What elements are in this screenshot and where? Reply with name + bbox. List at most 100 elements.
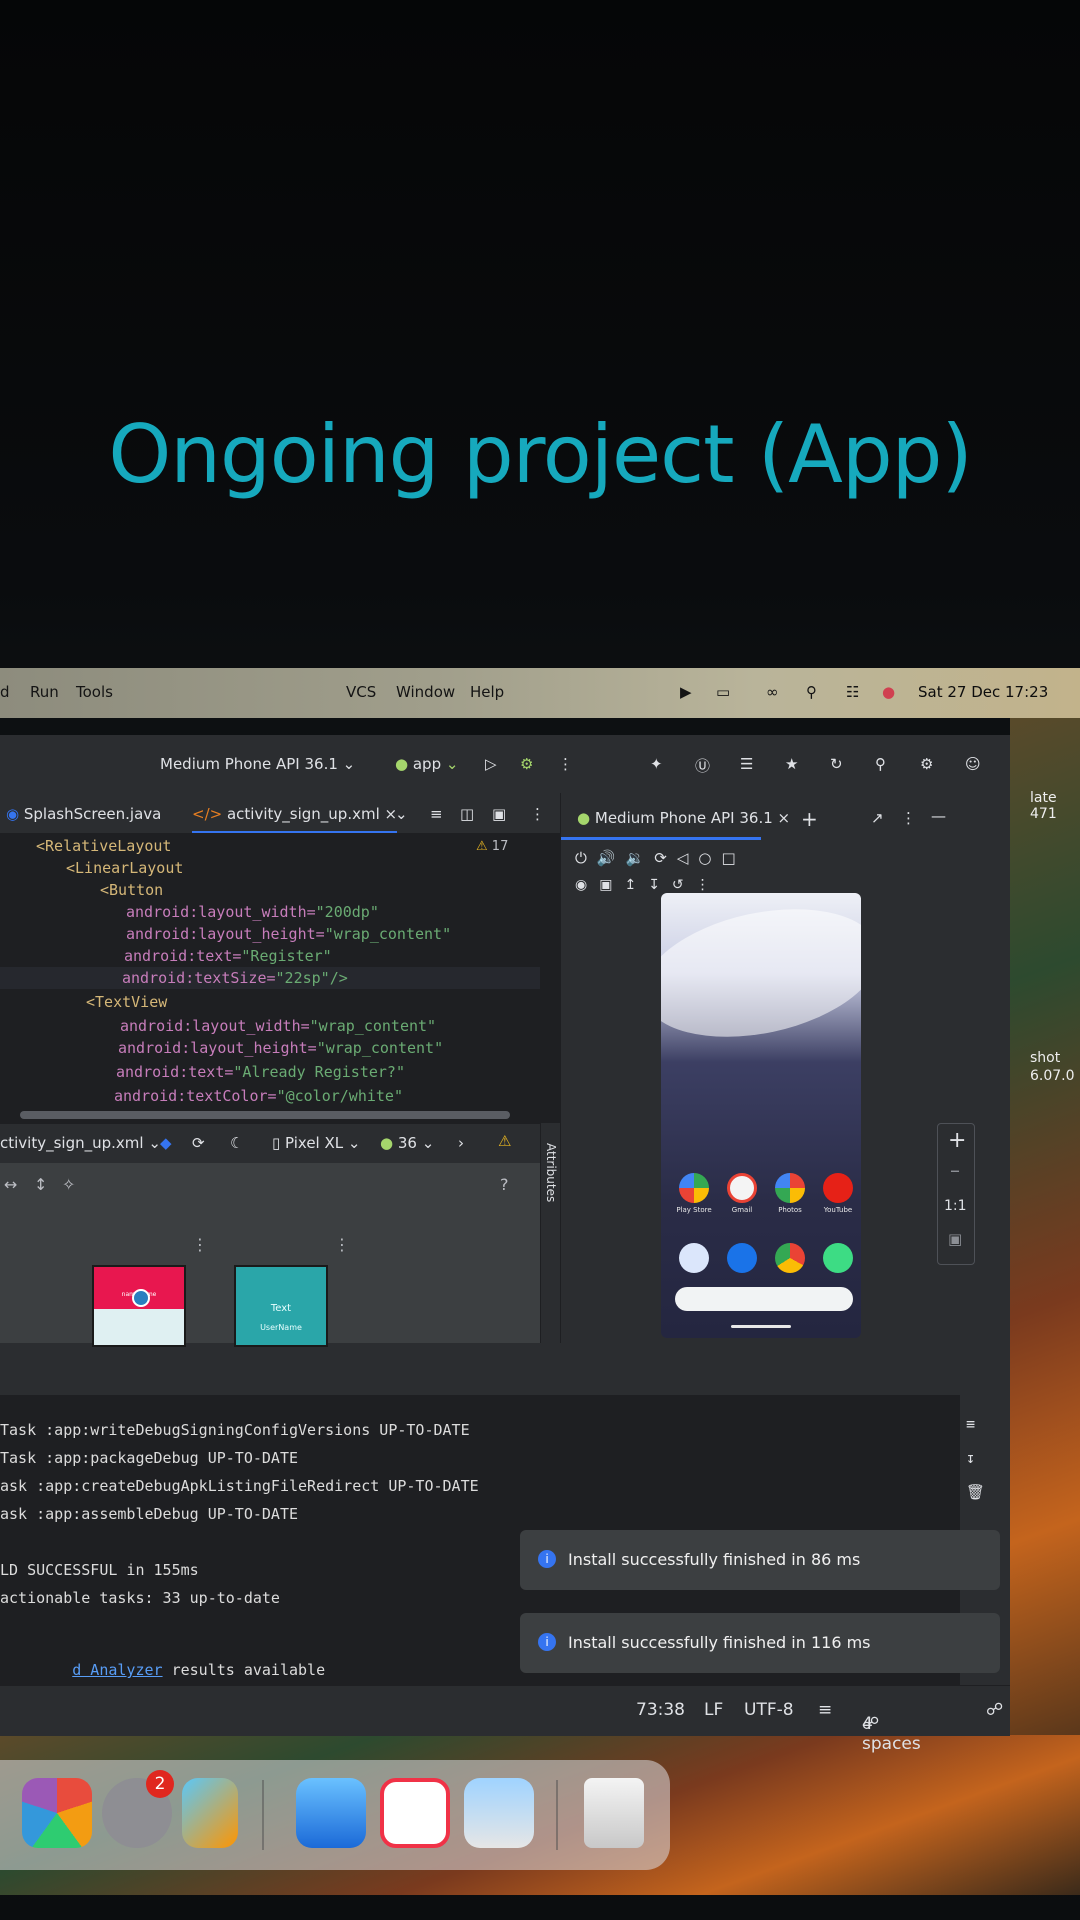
zoom-out-icon[interactable]: – (950, 1158, 960, 1182)
volume-down-icon[interactable]: 🔉 (626, 849, 655, 867)
back-icon[interactable]: ◁ (677, 849, 699, 867)
menu-run[interactable]: Run (30, 683, 59, 701)
upload-icon[interactable]: ↥ (624, 877, 648, 893)
zoom-actual-size[interactable]: 1:1 (944, 1198, 967, 1214)
preview-menu-icon[interactable]: ⋮ (334, 1235, 350, 1254)
vertical-arrows-icon[interactable]: ↕ (34, 1175, 47, 1194)
warning-icon[interactable]: ⚠ (498, 1132, 511, 1150)
detach-icon[interactable]: ↗ (871, 809, 884, 827)
camera-icon[interactable] (823, 1243, 853, 1273)
photos-icon[interactable] (775, 1173, 805, 1203)
trash-icon[interactable] (584, 1778, 644, 1848)
magic-icon[interactable]: ✧ (62, 1175, 75, 1194)
night-mode-icon[interactable]: ☾ (230, 1134, 243, 1152)
profiler-icon[interactable]: ✦ (650, 755, 663, 773)
download-icon[interactable]: ↧ (648, 877, 672, 893)
home-icon[interactable]: ○ (698, 849, 721, 867)
help-icon[interactable]: ? (500, 1175, 509, 1194)
iphone-mirroring-icon[interactable] (182, 1778, 238, 1848)
control-center-icon[interactable]: ☷ (846, 683, 859, 701)
reset-icon[interactable]: ↺ (672, 877, 696, 893)
rotate-icon[interactable]: ⟳ (654, 849, 677, 867)
search-icon[interactable]: ⚲ (806, 683, 817, 701)
layout-preview-card[interactable]: nameName (92, 1265, 186, 1347)
code-editor[interactable]: ⚠ 17 <RelativeLayout <LinearLayout <Butt… (0, 833, 560, 1123)
emulator-screen[interactable]: Play Store Gmail Photos YouTube (661, 893, 861, 1338)
notification-toast[interactable]: i Install successfully finished in 86 ms (520, 1530, 1000, 1590)
emulator-tab[interactable]: ● Medium Phone API 36.1 × (577, 809, 790, 827)
line-separator[interactable]: LF (704, 1700, 723, 1720)
tabs-dropdown-icon[interactable]: ⌄ (395, 805, 408, 823)
sync-icon[interactable]: ↻ (830, 755, 843, 773)
menu-window[interactable]: Window (396, 683, 455, 701)
orientation-icon[interactable]: ⟳ (192, 1134, 205, 1152)
close-emulator-tab-icon[interactable]: × (778, 809, 791, 827)
notification-toast[interactable]: i Install successfully finished in 116 m… (520, 1613, 1000, 1673)
search-everywhere-icon[interactable]: ⚲ (875, 755, 886, 773)
lock-icon[interactable]: ☍ (986, 1700, 1003, 1720)
tab-activity-sign-up-xml[interactable]: </> activity_sign_up.xml × (192, 805, 398, 834)
design-view-icon[interactable]: ▣ (492, 805, 506, 823)
layout-design-canvas[interactable]: ↔ ↕ ✧ ? ⋮ ⋮ nameName Text UserName (0, 1163, 540, 1347)
device-selector[interactable]: Medium Phone API 36.1 ⌄ (160, 755, 355, 773)
device-preview-selector[interactable]: ▯ Pixel XL ⌄ (272, 1134, 360, 1152)
debug-icon[interactable]: ⚙ (520, 755, 533, 773)
add-device-icon[interactable]: + (801, 807, 818, 831)
phone-icon[interactable] (679, 1243, 709, 1273)
clear-icon[interactable]: 🗑 (966, 1483, 985, 1501)
file-encoding[interactable]: UTF-8 (744, 1700, 794, 1720)
fit-screen-icon[interactable]: ▣ (948, 1230, 962, 1248)
attributes-panel-strip[interactable]: Attributes (540, 1123, 561, 1343)
caret-position[interactable]: 73:38 (636, 1700, 685, 1720)
minimize-icon[interactable]: — (931, 807, 946, 825)
menu-help[interactable]: Help (470, 683, 504, 701)
run-icon[interactable]: ▷ (485, 755, 497, 773)
preview-menu-icon[interactable]: ⋮ (192, 1235, 208, 1254)
run-config-selector[interactable]: ● app ⌄ (395, 755, 458, 773)
menu-vcs[interactable]: VCS (346, 683, 376, 701)
tab-splashscreen-java[interactable]: ◉ SplashScreen.java (6, 805, 161, 823)
tabs-more-icon[interactable]: ⋮ (530, 805, 545, 823)
screenshot-icon[interactable]: ◉ (575, 877, 599, 893)
power-icon[interactable]: ⏻ (575, 849, 597, 867)
gesture-bar[interactable] (731, 1325, 791, 1328)
build-output-console[interactable]: Task :app:writeDebugSigningConfigVersion… (0, 1395, 1000, 1685)
layout-preview-card[interactable]: Text UserName (234, 1265, 328, 1347)
link-icon[interactable]: ∞ (766, 683, 779, 701)
horizontal-scrollbar[interactable] (20, 1111, 510, 1119)
settings-icon[interactable]: ⚙ (920, 755, 933, 773)
code-view-icon[interactable]: ≡ (430, 805, 443, 823)
zoom-in-icon[interactable]: + (948, 1128, 966, 1153)
split-view-icon[interactable]: ◫ (460, 805, 474, 823)
more-icon[interactable]: ⋮ (558, 755, 573, 773)
warning-indicator[interactable]: ⚠ 17 (476, 839, 508, 854)
menu-item[interactable]: d (0, 683, 10, 701)
layout-file-selector[interactable]: ctivity_sign_up.xml ⌄ (0, 1134, 161, 1152)
build-analyzer-link[interactable]: d Analyzer (72, 1661, 162, 1679)
news-icon[interactable] (380, 1778, 450, 1848)
emulator-more-icon[interactable]: ⋮ (696, 877, 722, 893)
overview-icon[interactable]: □ (721, 849, 745, 867)
record-icon[interactable]: ▣ (599, 877, 624, 893)
play-icon[interactable]: ▶ (680, 683, 692, 701)
structure-icon[interactable]: ☰ (740, 755, 753, 773)
translate-icon[interactable]: Ⓤ (695, 755, 710, 776)
battery-icon[interactable]: ▭ (716, 683, 730, 701)
panel-more-icon[interactable]: ⋮ (901, 809, 916, 827)
account-icon[interactable]: ☺ (965, 755, 981, 773)
bug-icon[interactable]: ★ (785, 755, 798, 773)
launchpad-icon[interactable] (22, 1778, 92, 1848)
soft-wrap-icon[interactable]: ≡ (966, 1415, 975, 1433)
api-level-selector[interactable]: ● 36 ⌄ (380, 1134, 434, 1152)
pan-icon[interactable]: ↔ (4, 1175, 17, 1194)
xcode-icon[interactable] (296, 1778, 366, 1848)
messages-icon[interactable] (727, 1243, 757, 1273)
menu-tools[interactable]: Tools (76, 683, 113, 701)
layers-icon[interactable]: ◆ (160, 1134, 172, 1152)
gmail-icon[interactable] (727, 1173, 757, 1203)
play-store-icon[interactable] (679, 1173, 709, 1203)
volume-up-icon[interactable]: 🔊 (597, 849, 626, 867)
scroll-end-icon[interactable]: ↧ (966, 1449, 975, 1467)
google-search-bar[interactable] (675, 1287, 853, 1311)
youtube-icon[interactable] (823, 1173, 853, 1203)
